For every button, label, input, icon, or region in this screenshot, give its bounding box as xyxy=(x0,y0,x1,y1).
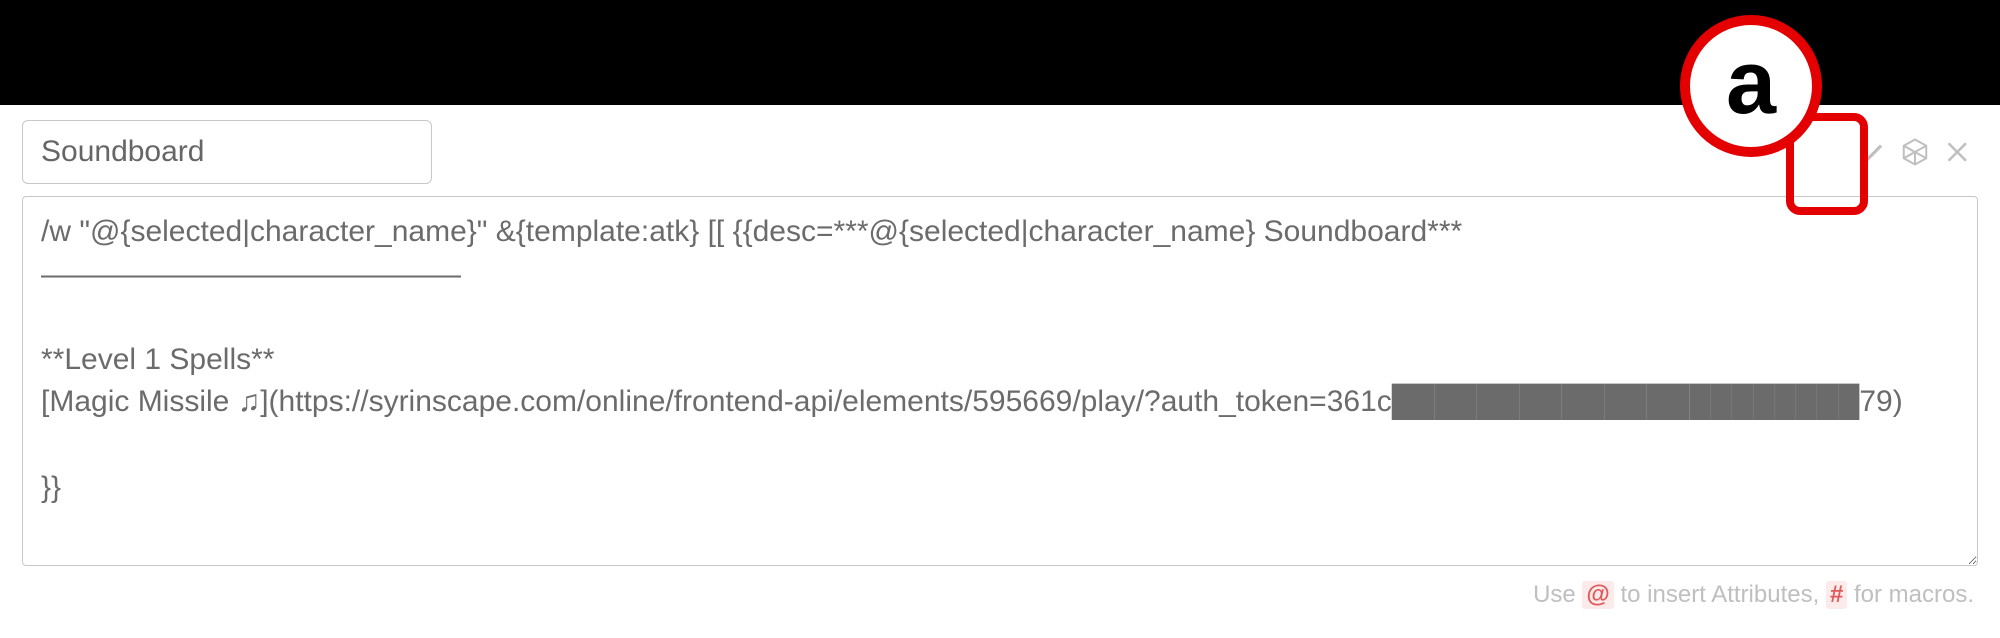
macro-editor-panel: /w "@{selected|character_name}" &{templa… xyxy=(0,105,2000,609)
top-black-bar xyxy=(0,0,2000,105)
test-button[interactable] xyxy=(1900,137,1930,167)
confirm-button[interactable] xyxy=(1856,137,1886,167)
cancel-button[interactable] xyxy=(1944,137,1974,167)
hint-mid: to insert Attributes, xyxy=(1621,581,1826,608)
macro-name-input[interactable] xyxy=(22,120,432,184)
macro-body-textarea[interactable]: /w "@{selected|character_name}" &{templa… xyxy=(22,196,1978,566)
at-symbol: @ xyxy=(1582,581,1613,609)
d20-icon xyxy=(1900,137,1930,167)
hint-prefix: Use xyxy=(1533,581,1582,608)
macro-name-row xyxy=(22,120,1978,184)
hash-symbol: # xyxy=(1826,581,1847,609)
macro-hint-text: Use @ to insert Attributes, # for macros… xyxy=(22,571,1978,609)
check-icon xyxy=(1856,137,1886,167)
close-icon xyxy=(1944,137,1974,167)
macro-action-icons xyxy=(1856,137,1978,167)
hint-suffix: for macros. xyxy=(1854,581,1974,608)
